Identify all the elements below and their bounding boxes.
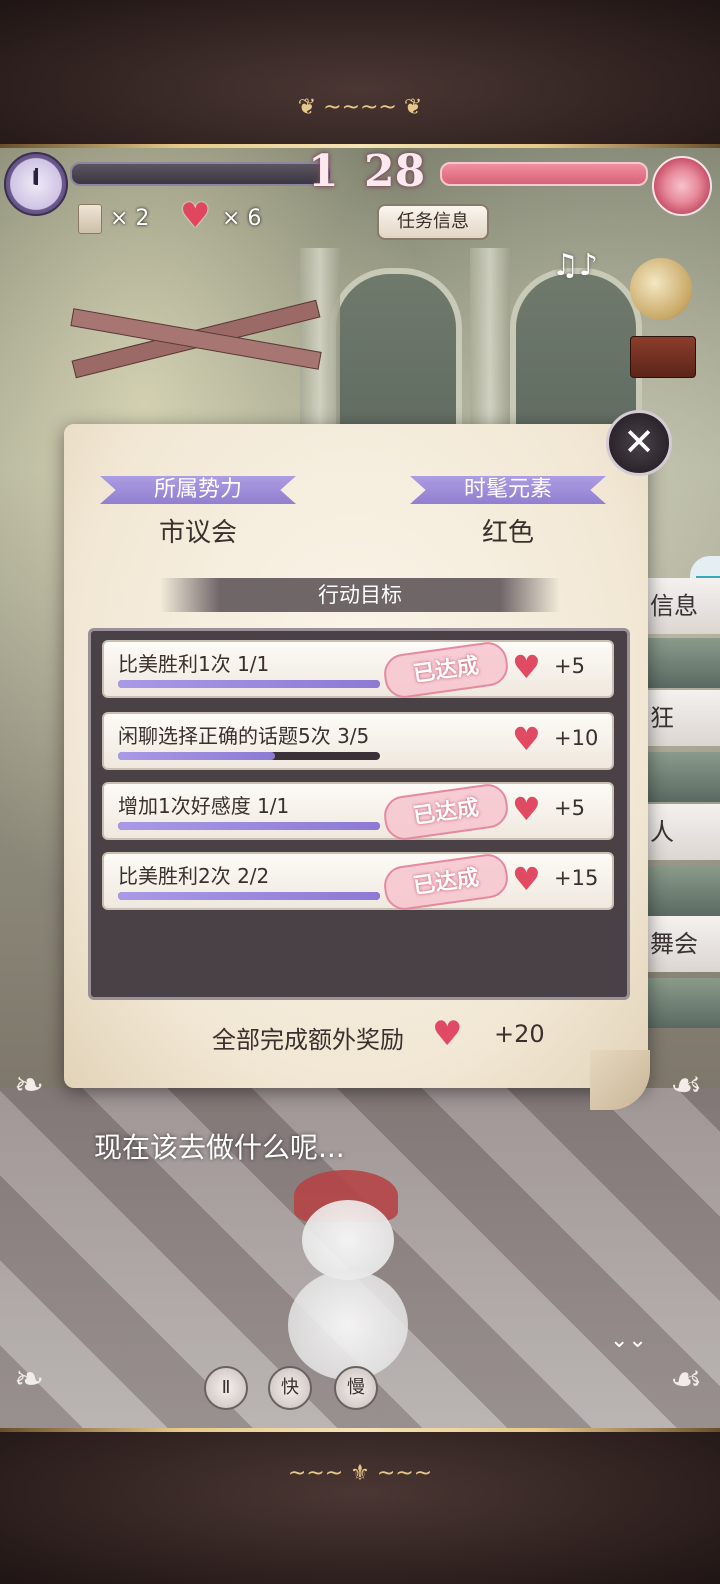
side-menu-image bbox=[648, 978, 720, 1028]
heart-icon: ♥ bbox=[180, 196, 211, 236]
goal-reward: +5 bbox=[554, 796, 585, 820]
goal-row: 增加1次好感度 1/1 已达成 ♥ +5 bbox=[102, 781, 614, 843]
side-menu-person[interactable]: 人 bbox=[648, 804, 720, 860]
dialog-text[interactable]: 现在该去做什么呢... bbox=[94, 1126, 345, 1166]
side-menu-ball[interactable]: 舞会 bbox=[648, 916, 720, 972]
bottom-frame: ~~~ ⚜ ~~~ bbox=[0, 1432, 720, 1584]
heart-icon: ♥ bbox=[512, 860, 541, 898]
rose-icon bbox=[652, 156, 712, 216]
faction-value: 市议会 bbox=[158, 518, 237, 548]
heart-icon: ♥ bbox=[512, 720, 541, 758]
task-info-button[interactable]: 任务信息 bbox=[377, 204, 489, 240]
goal-progress-fill bbox=[118, 822, 380, 830]
completed-stamp: 已达成 bbox=[381, 639, 511, 701]
top-ornament: ❦ ~~~~ ❦ bbox=[297, 95, 423, 120]
goal-row: 比美胜利1次 1/1 已达成 ♥ +5 bbox=[102, 639, 614, 701]
corner-ornament-icon: ❧ bbox=[14, 1065, 45, 1106]
pause-button[interactable]: Ⅱ bbox=[204, 1366, 248, 1410]
bonus-label: 全部完成额外奖励 bbox=[212, 1026, 404, 1054]
scroll-icon bbox=[78, 204, 102, 234]
goal-progress-fill bbox=[118, 892, 380, 900]
slow-button[interactable]: 慢 bbox=[334, 1366, 378, 1410]
chevron-down-icon[interactable]: ⌄⌄ bbox=[610, 1328, 647, 1353]
goal-text: 比美胜利1次 1/1 bbox=[118, 652, 270, 676]
music-notes-icon: ♫♪ bbox=[552, 248, 599, 283]
snowman-head bbox=[302, 1200, 394, 1280]
goal-progress-fill bbox=[118, 680, 380, 688]
corner-ornament-icon: ☙ bbox=[670, 1065, 703, 1106]
scroll-count: × 2 bbox=[110, 206, 150, 231]
bonus-value: +20 bbox=[494, 1020, 545, 1048]
clock-icon bbox=[4, 152, 68, 216]
completed-stamp: 已达成 bbox=[381, 781, 511, 843]
goal-progress-bar bbox=[118, 752, 380, 760]
side-menu-image bbox=[648, 638, 720, 688]
goal-text: 闲聊选择正确的话题5次 3/5 bbox=[118, 724, 370, 748]
goal-progress-bar bbox=[118, 892, 380, 900]
goal-text: 比美胜利2次 2/2 bbox=[118, 864, 270, 888]
corner-ornament-icon: ☙ bbox=[670, 1359, 703, 1400]
clock-minute-hand bbox=[33, 170, 37, 185]
heart-count: × 6 bbox=[222, 206, 262, 231]
heart-icon: ♥ bbox=[512, 790, 541, 828]
score-left: 1 bbox=[308, 146, 339, 197]
goal-row: 比美胜利2次 2/2 已达成 ♥ +15 bbox=[102, 851, 614, 913]
gramophone-button[interactable] bbox=[626, 258, 696, 378]
side-menu-info[interactable]: 信息 bbox=[648, 578, 720, 634]
side-menu-mad[interactable]: 狂 bbox=[648, 690, 720, 746]
heart-icon: ♥ bbox=[432, 1014, 463, 1054]
bottom-ornament: ~~~ ⚜ ~~~ bbox=[287, 1461, 433, 1486]
side-menu-image bbox=[648, 866, 720, 916]
goal-progress-bar bbox=[118, 680, 380, 688]
fast-forward-button[interactable]: 快 bbox=[268, 1366, 312, 1410]
fashion-value: 红色 bbox=[481, 518, 534, 548]
corner-ornament-icon: ❧ bbox=[14, 1359, 45, 1400]
heart-icon: ♥ bbox=[512, 648, 541, 686]
player-score-bar bbox=[440, 162, 648, 186]
completed-stamp: 已达成 bbox=[381, 851, 511, 913]
top-frame: ❦ ~~~~ ❦ bbox=[0, 0, 720, 148]
gramophone-box-icon bbox=[630, 336, 696, 378]
goal-reward: +10 bbox=[554, 726, 599, 750]
score-right: 28 bbox=[364, 146, 426, 197]
goal-reward: +15 bbox=[554, 866, 599, 890]
goal-progress-fill bbox=[118, 752, 276, 760]
gramophone-horn-icon bbox=[630, 258, 692, 320]
snowman-body bbox=[288, 1270, 408, 1380]
opponent-score-bar bbox=[70, 162, 332, 186]
goal-text: 增加1次好感度 1/1 bbox=[118, 794, 290, 818]
goal-reward: +5 bbox=[554, 654, 585, 678]
side-menu-image bbox=[648, 752, 720, 802]
close-button[interactable]: ✕ bbox=[606, 410, 672, 476]
goal-row: 闲聊选择正确的话题5次 3/5 ♥ +10 bbox=[102, 712, 614, 770]
goals-title: 行动目标 bbox=[160, 578, 560, 612]
goal-progress-bar bbox=[118, 822, 380, 830]
